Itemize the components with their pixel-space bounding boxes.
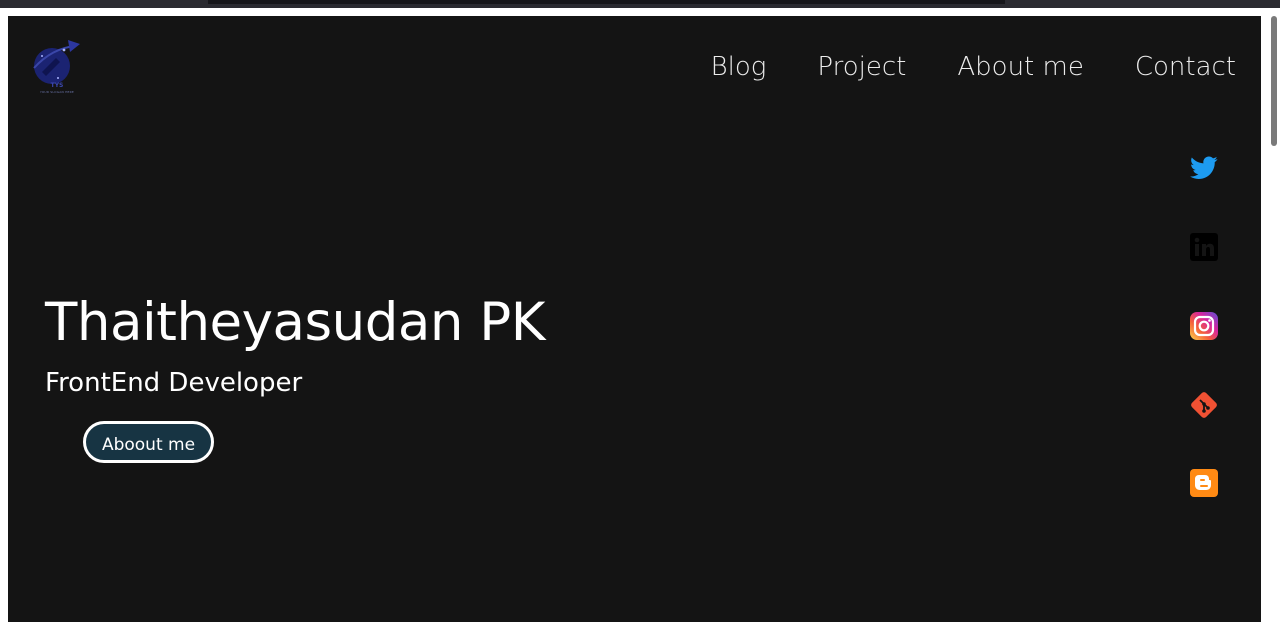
instagram-link[interactable]	[1189, 311, 1219, 341]
twitter-icon	[1190, 156, 1218, 179]
logo-monogram: TYS	[50, 82, 64, 89]
linkedin-link[interactable]	[1189, 232, 1219, 262]
about-me-button[interactable]: Aboout me	[83, 421, 214, 463]
scrollbar-thumb[interactable]	[1271, 16, 1277, 146]
browser-top-bar	[0, 0, 1280, 8]
git-link[interactable]	[1189, 390, 1219, 420]
logo-tagline: YOUR SLOGAN HERE	[40, 90, 74, 94]
blogger-link[interactable]	[1189, 468, 1219, 498]
nav-link-about-me[interactable]: About me	[957, 50, 1083, 84]
blogger-icon	[1190, 469, 1218, 497]
instagram-icon	[1190, 312, 1218, 340]
hero-role: FrontEnd Developer	[45, 368, 303, 398]
nav-link-blog[interactable]: Blog	[711, 50, 767, 84]
site-logo[interactable]: TYS YOUR SLOGAN HERE	[30, 38, 84, 98]
main-nav: Blog Project About me Contact	[711, 50, 1236, 84]
nav-link-project[interactable]: Project	[817, 50, 906, 84]
twitter-link[interactable]	[1189, 153, 1219, 183]
linkedin-icon	[1190, 233, 1218, 261]
nav-link-contact[interactable]: Contact	[1135, 50, 1236, 84]
address-bar-strip	[208, 0, 1005, 4]
portfolio-page: TYS YOUR SLOGAN HERE Blog Project About …	[8, 16, 1261, 622]
git-icon	[1191, 392, 1217, 418]
hero-name: Thaitheyasudan PK	[45, 292, 545, 353]
